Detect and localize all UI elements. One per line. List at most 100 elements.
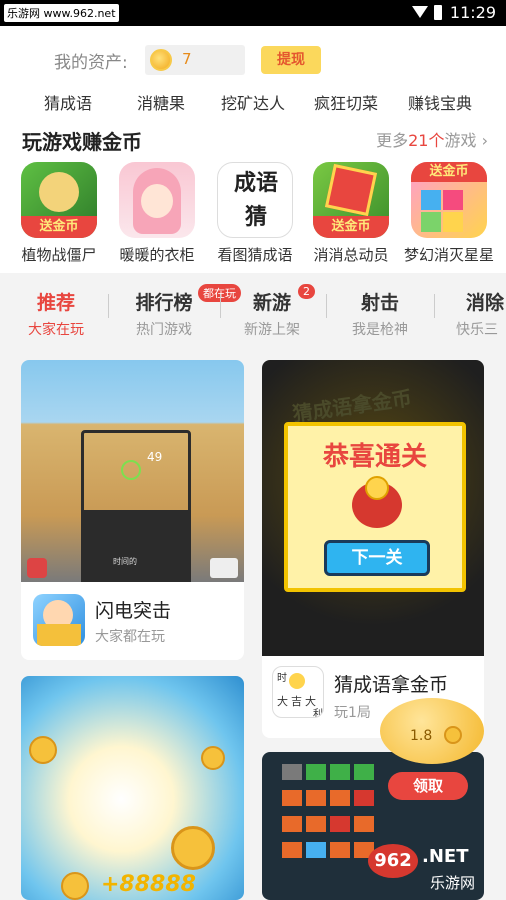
quick-links: 猜成语 消糖果 挖矿达人 疯狂切菜 赚钱宝典 [0, 90, 506, 114]
idiom-icon-text: 成语 猜 [233, 171, 278, 230]
quick-link[interactable]: 猜成语 [44, 90, 92, 114]
tab-shooting[interactable]: 射击 我是枪神 [330, 288, 430, 339]
shooter-screenshot: 49 时间的 [21, 360, 244, 582]
tab-title: 推荐 [36, 292, 75, 314]
site-watermark: 962 .NET 乐游网 [368, 844, 500, 896]
quick-link[interactable]: 疯狂切菜 [314, 90, 378, 114]
wifi-icon [412, 6, 428, 18]
assets-box: 7 [145, 45, 245, 75]
card-subtitle: 大家都在玩 [95, 629, 165, 645]
watermark-tld: .NET [422, 846, 469, 867]
game-item[interactable]: 成语 猜 看图猜成语 [210, 162, 300, 265]
tab-divider [434, 294, 435, 318]
more-games-link[interactable]: 更多21个游戏 › [376, 127, 488, 151]
claim-button[interactable]: 领取 [388, 772, 468, 800]
game-name: 植物战僵尸 [21, 246, 97, 264]
idiom-game-icon: 成语 猜 [217, 162, 293, 238]
assets-value: 7 [182, 50, 192, 68]
reward-value: 1.8 [410, 728, 433, 744]
watermark-logo: 962 [368, 844, 418, 878]
battery-icon [434, 5, 442, 20]
coin-badge: 送金币 [21, 216, 97, 238]
category-tabs: 推荐 大家在玩 排行榜 热门游戏 都在玩 新游 新游上架 2 射击 我是枪神 消… [0, 282, 506, 344]
status-bar: 乐游网 www.962.net 11:29 [0, 0, 506, 26]
idiom-card-icon: 时 大 吉 大 利 [272, 666, 324, 718]
tab-subtitle: 新游上架 [244, 322, 300, 338]
more-suffix: 游戏 [444, 131, 477, 150]
tab-title: 消除 [466, 292, 505, 314]
game-item[interactable]: 暖暖的衣柜 [112, 162, 202, 265]
withdraw-button[interactable]: 提现 [261, 46, 321, 74]
hud-value: 49 [147, 450, 163, 464]
bg-title-text: 猜成语拿金币 [291, 385, 414, 427]
floating-reward[interactable]: 1.8 领取 [374, 690, 496, 800]
clock: 11:29 [449, 3, 496, 22]
header-panel: 我的资产: 7 提现 猜成语 消糖果 挖矿达人 疯狂切菜 赚钱宝典 [0, 26, 506, 126]
coin-icon [171, 826, 215, 870]
quick-link[interactable]: 挖矿达人 [221, 90, 285, 114]
weapon-icon [210, 558, 238, 578]
tab-subtitle: 热门游戏 [136, 322, 192, 338]
game-card[interactable]: 猜成语拿金币 恭喜通关 下一关 时 大 吉 大 利 猜成语拿金币 玩1局 [262, 360, 484, 738]
section-title: 玩游戏赚金币 [22, 130, 142, 154]
watermark-name: 乐游网 [430, 874, 476, 892]
tab-badge: 2 [298, 284, 315, 299]
tab-divider [220, 294, 221, 318]
crosshair-icon [121, 460, 141, 480]
tab-subtitle: 快乐三 [456, 322, 498, 338]
plant-game-icon: 送金币 [21, 162, 97, 238]
tab-divider [108, 294, 109, 318]
gun-shape [81, 510, 191, 582]
coin-icon [61, 872, 89, 900]
piggy-bank-icon: 1.8 [380, 698, 484, 764]
icon-char: 利 [313, 709, 323, 718]
dressup-game-icon [119, 162, 195, 238]
level-complete-panel: 恭喜通关 下一关 [284, 422, 466, 592]
tab-match[interactable]: 消除 快乐三 [440, 288, 506, 339]
card-subtitle: 玩1局 [334, 705, 371, 721]
game-card[interactable]: 49 时间的 闪电突击 大家都在玩 [21, 360, 244, 660]
icon-char: 大 [277, 695, 288, 708]
tab-recommend[interactable]: 推荐 大家在玩 [6, 288, 106, 339]
game-name: 梦幻消灭星星 [404, 246, 495, 264]
icon-char: 时 [277, 673, 287, 684]
coin-icon [444, 726, 462, 744]
idiom-screenshot: 猜成语拿金币 恭喜通关 下一关 [262, 360, 484, 656]
game-card[interactable]: +88888 [21, 676, 244, 900]
game-name: 暖暖的衣柜 [119, 246, 195, 264]
more-prefix: 更多 [376, 131, 409, 150]
tab-subtitle: 大家在玩 [28, 322, 84, 338]
card-title: 闪电突击 [95, 600, 172, 622]
coin-amount-text: +88888 [101, 872, 196, 897]
game-item[interactable]: 送金币 消消总动员 [306, 162, 396, 265]
game-item[interactable]: 送金币 植物战僵尸 [14, 162, 104, 265]
assets-label: 我的资产: [54, 53, 128, 73]
tab-subtitle: 我是枪神 [352, 322, 408, 338]
coin-screenshot: +88888 [21, 676, 244, 900]
tab-title: 射击 [360, 292, 399, 314]
quick-link[interactable]: 消糖果 [137, 90, 185, 114]
item-icon [27, 558, 47, 578]
banner-text: 恭喜通关 [322, 442, 427, 472]
game-name: 消消总动员 [313, 246, 389, 264]
next-level-button: 下一关 [324, 540, 430, 576]
game-item[interactable]: 送金币 梦幻消灭星星 [404, 162, 494, 265]
money-bag-icon [352, 476, 402, 528]
source-label: 乐游网 www.962.net [4, 4, 119, 22]
games-row: 送金币 植物战僵尸 暖暖的衣柜 成语 猜 看图猜成语 送金币 消消总动员 送金币… [0, 162, 506, 272]
coin-icon [29, 736, 57, 764]
coin-badge: 送金币 [411, 162, 487, 182]
cube-game-icon: 送金币 [313, 162, 389, 238]
quick-link[interactable]: 赚钱宝典 [408, 90, 472, 114]
chevron-right-icon: › [481, 131, 488, 150]
game-name: 看图猜成语 [217, 246, 293, 264]
earn-section: 玩游戏赚金币 更多21个游戏 › 送金币 植物战僵尸 暖暖的衣柜 成语 猜 看图… [0, 118, 506, 273]
coin-icon [289, 673, 305, 689]
shooter-game-icon [33, 594, 85, 646]
coin-badge: 送金币 [313, 216, 389, 238]
tab-divider [326, 294, 327, 318]
star-game-icon: 送金币 [411, 162, 487, 238]
hud-label: 时间的 [113, 557, 137, 566]
coin-icon [201, 746, 225, 770]
icon-char: 吉 [291, 695, 302, 708]
